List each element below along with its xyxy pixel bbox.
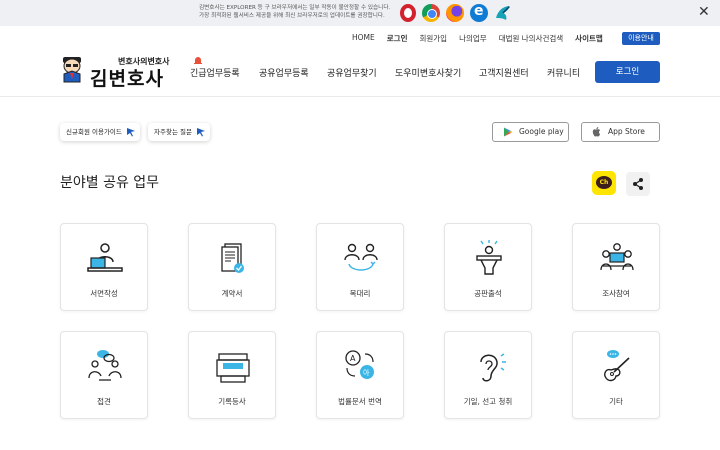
new-member-guide-button[interactable]: 신규회원 이용가이드 (60, 123, 140, 141)
substitute-agent-icon (344, 243, 378, 271)
close-icon[interactable]: ✕ (698, 5, 710, 19)
google-play-label: Google play (519, 127, 564, 136)
hearing-ear-icon (480, 353, 506, 382)
notice-line-2: 가장 최적화된 웹서비스 제공을 위해 최신 브라우저로의 업데이트를 권장합니… (199, 13, 385, 19)
category-card-investigation[interactable]: 조사참여 (572, 223, 660, 311)
pointer-icon (197, 128, 205, 137)
header-divider (0, 96, 720, 97)
copy-machine-icon (216, 353, 250, 383)
category-label: 기록등사 (218, 397, 246, 406)
util-my-work[interactable]: 나의업무 (459, 33, 487, 45)
category-label: 서면작성 (90, 289, 118, 298)
gnb-urgent-register[interactable]: 긴급업무등록 (190, 66, 240, 79)
util-signup[interactable]: 회원가입 (419, 33, 447, 45)
category-label: 접견 (97, 397, 111, 406)
category-card-etc[interactable]: 기타 (572, 331, 660, 419)
svg-text:아: 아 (363, 368, 370, 377)
faq-button[interactable]: 자주찾는 질문 (148, 123, 210, 141)
category-card-translation[interactable]: A 아 법률문서 번역 (316, 331, 404, 419)
notice-line-1: 김변호사는 EXPLORER 등 구 브라우저에서는 일부 작동이 불안정할 수… (199, 5, 391, 11)
edge-icon[interactable] (470, 3, 488, 22)
browser-notice-text: 김변호사는 EXPLORER 등 구 브라우저에서는 일부 작동이 불안정할 수… (199, 4, 390, 20)
util-home[interactable]: HOME (352, 33, 375, 45)
section-title: 분야별 공유 업무 (60, 175, 160, 191)
category-card-court[interactable]: 공판출석 (444, 223, 532, 311)
pointer-icon (127, 128, 135, 137)
investigation-icon (600, 243, 634, 271)
util-sitemap[interactable]: 사이트맵 (575, 33, 603, 45)
app-store-label: App Store (608, 127, 645, 136)
firefox-icon[interactable] (446, 4, 464, 22)
google-play-button[interactable]: Google play (492, 122, 569, 142)
util-login[interactable]: 로그인 (387, 33, 408, 45)
translation-icon: A 아 (345, 350, 374, 379)
category-card-contract[interactable]: 계약서 (188, 223, 276, 311)
gnb-community[interactable]: 커뮤니티 (547, 66, 580, 79)
category-label: 복대리 (349, 289, 371, 298)
category-card-meeting[interactable]: 접견 (60, 331, 148, 419)
faq-label: 자주찾는 질문 (154, 128, 192, 136)
svg-text:A: A (350, 354, 356, 363)
kakao-channel-icon: Ch (596, 176, 612, 189)
gnb-helper-lawyer-find[interactable]: 도우미변호사찾기 (395, 66, 461, 79)
gnb-share-register[interactable]: 공유업무등록 (259, 66, 309, 79)
usage-guide-button[interactable]: 이용안내 (622, 32, 660, 45)
gnb-customer-center[interactable]: 고객지원센터 (479, 66, 529, 79)
logo-title: 김변호사 (90, 68, 164, 90)
google-play-icon (504, 127, 513, 137)
util-case-search[interactable]: 대법원 나의사건검색 (499, 33, 563, 45)
kakao-channel-button[interactable]: Ch (592, 171, 616, 195)
siren-icon (194, 57, 202, 64)
app-store-button[interactable]: App Store (581, 122, 660, 142)
guitar-icon (604, 350, 630, 382)
category-label: 기일, 선고 청취 (463, 397, 513, 406)
category-card-writing[interactable]: 서면작성 (60, 223, 148, 311)
category-label: 기타 (609, 397, 623, 406)
opera-icon[interactable] (400, 4, 416, 22)
new-member-guide-label: 신규회원 이용가이드 (66, 128, 122, 136)
gnb-share-find[interactable]: 공유업무찾기 (327, 66, 377, 79)
meeting-icon (88, 350, 122, 381)
laptop-writer-icon (87, 243, 123, 272)
apple-icon (592, 127, 601, 137)
share-icon (633, 178, 643, 190)
browser-icons (400, 3, 512, 22)
court-attendance-icon (476, 240, 502, 275)
site-logo[interactable]: 변호사의변호사 김변호사 (60, 55, 180, 90)
share-button[interactable] (626, 172, 650, 196)
contract-document-icon (221, 243, 244, 273)
lawyer-mascot-icon (63, 57, 81, 83)
category-card-substitute[interactable]: 복대리 (316, 223, 404, 311)
category-label: 법률문서 번역 (338, 397, 382, 406)
category-card-copy[interactable]: 기록등사 (188, 331, 276, 419)
util-menu: HOME 로그인 회원가입 나의업무 대법원 나의사건검색 사이트맵 (352, 33, 603, 45)
category-label: 계약서 (221, 289, 243, 298)
category-label: 공판출석 (474, 289, 502, 298)
login-button[interactable]: 로그인 (595, 61, 660, 83)
category-card-hearing[interactable]: 기일, 선고 청취 (444, 331, 532, 419)
category-label: 조사참여 (602, 289, 630, 298)
browser-notice-bar: 김변호사는 EXPLORER 등 구 브라우저에서는 일부 작동이 불안정할 수… (0, 0, 720, 26)
whale-browser-icon[interactable] (494, 4, 512, 22)
chrome-icon[interactable] (422, 4, 440, 22)
